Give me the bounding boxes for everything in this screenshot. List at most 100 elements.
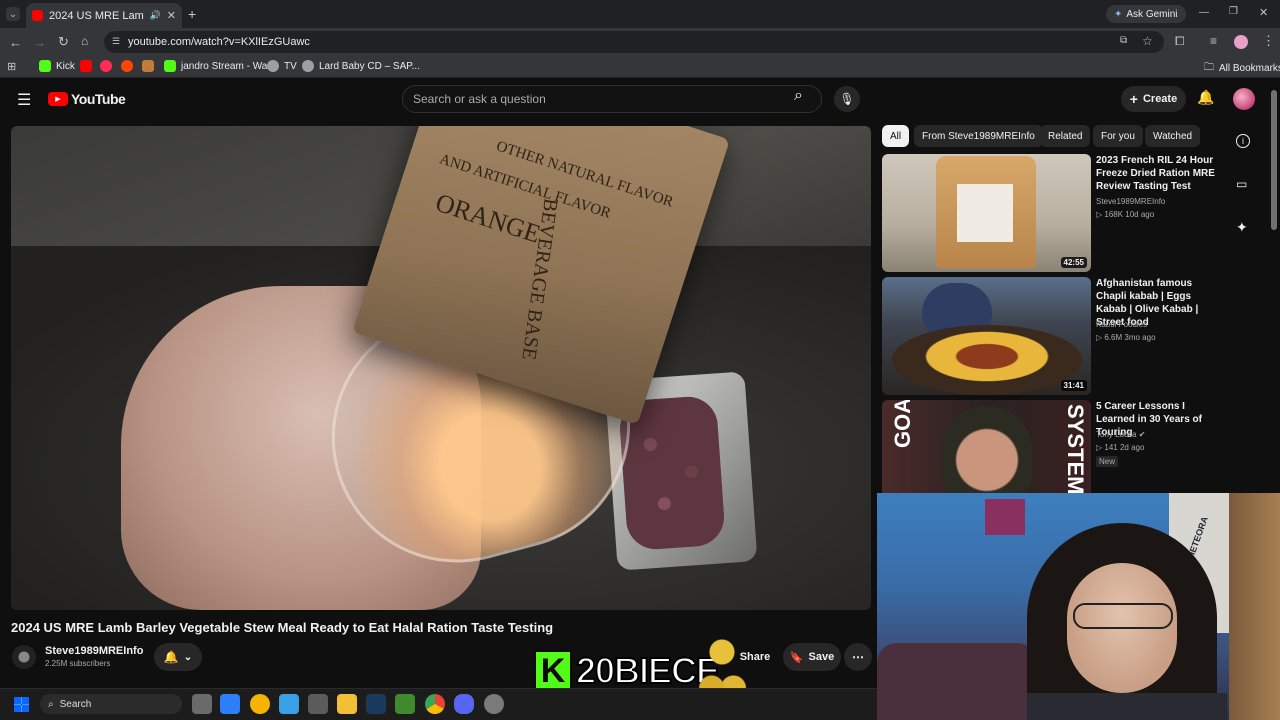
home-icon[interactable]: ⌂ — [81, 34, 88, 48]
recommendation-meta: ▷ 141 2d ago — [1096, 443, 1144, 452]
thumb-text-goals: GOALS — [890, 400, 915, 448]
all-bookmarks[interactable]: 🗀 All Bookmarks — [1204, 60, 1280, 77]
reload-icon[interactable]: ↻ — [58, 34, 69, 50]
bell-icon: 🔔 — [163, 650, 179, 664]
bookmark-youtube[interactable] — [80, 60, 92, 72]
file-explorer-icon[interactable] — [337, 694, 357, 714]
video-thumbnail[interactable]: 31:41 — [882, 277, 1091, 395]
chrome-icon[interactable] — [425, 694, 445, 714]
window-close-icon[interactable]: ✕ — [1259, 6, 1268, 19]
music-icon — [100, 60, 112, 72]
bookmark-music[interactable] — [100, 60, 112, 72]
bookmark-image[interactable] — [142, 60, 154, 72]
share-button[interactable]: Share — [735, 643, 775, 671]
bookmark-tv[interactable]: TV — [267, 60, 297, 72]
site-info-icon[interactable]: ☰ — [112, 36, 120, 47]
kick-icon — [39, 60, 51, 72]
kick-overlay: K 20BIECE — [534, 649, 721, 692]
plus-icon: + — [1129, 91, 1138, 107]
tab-search-icon[interactable]: ⌄ — [6, 7, 20, 21]
ai-spark-icon[interactable]: ✦ — [1236, 219, 1248, 236]
video-title: 2024 US MRE Lamb Barley Vegetable Stew M… — [11, 620, 554, 635]
account-avatar[interactable] — [1233, 88, 1255, 110]
bookmark-reddit[interactable] — [121, 60, 133, 72]
install-app-icon[interactable]: ⧉ — [1120, 35, 1127, 46]
browser-tab-active[interactable]: 2024 US MRE Lamb Barley V 🔊 ✕ — [26, 3, 182, 28]
recommendation-title[interactable]: 2023 French RIL 24 Hour Freeze Dried Rat… — [1096, 154, 1216, 193]
settings-icon[interactable] — [484, 694, 504, 714]
close-tab-icon[interactable]: ✕ — [167, 9, 176, 22]
views-and-age: 141 2d ago — [1104, 443, 1145, 452]
task-view-icon[interactable] — [192, 694, 212, 714]
bookmark-lard-baby[interactable]: Lard Baby CD – SAP... — [302, 60, 420, 72]
minimize-icon[interactable]: — — [1199, 7, 1209, 18]
photos-icon[interactable] — [279, 694, 299, 714]
info-icon[interactable]: i — [1236, 134, 1250, 148]
youtube-logo[interactable]: ▶ YouTube — [48, 91, 126, 107]
recommendation-item[interactable]: GOALS SYSTEMS 5 Career Lessons I Learned… — [882, 400, 1212, 493]
extensions-icon[interactable]: ⧠ — [1175, 34, 1185, 49]
chrome-menu-icon[interactable]: ⋮ — [1262, 33, 1275, 49]
save-button[interactable]: 🔖 Save — [783, 643, 841, 671]
recommendation-item[interactable]: 42:55 2023 French RIL 24 Hour Freeze Dri… — [882, 154, 1215, 272]
more-actions-button[interactable]: ⋯ — [844, 643, 872, 671]
hamburger-menu-icon[interactable]: ☰ — [17, 90, 31, 110]
notifications-bell-icon[interactable]: 🔔 — [1197, 89, 1214, 106]
chat-icon[interactable]: ▭ — [1236, 177, 1247, 191]
profile-avatar[interactable] — [1234, 35, 1248, 49]
restore-icon[interactable]: ❐ — [1229, 6, 1238, 17]
recommendation-channel[interactable]: Tony Lucca ✔ — [1096, 430, 1145, 439]
minecraft-icon[interactable] — [395, 694, 415, 714]
chip-related[interactable]: Related — [1040, 125, 1091, 147]
apps-grid-icon[interactable]: ⊞ — [7, 60, 16, 73]
gemini-spark-icon: ✦ — [1114, 8, 1123, 20]
bookmark-kick[interactable]: Kick — [39, 60, 75, 72]
speaker-icon[interactable]: 🔊 — [150, 10, 161, 21]
media-controls-icon[interactable]: ≡ — [1210, 34, 1217, 48]
chip-for-you[interactable]: For you — [1093, 125, 1143, 147]
ask-gemini-button[interactable]: ✦ Ask Gemini — [1106, 5, 1186, 23]
video-thumbnail[interactable]: 42:55 — [882, 154, 1091, 272]
subscriber-count: 2.25M subscribers — [45, 659, 111, 668]
chip-all[interactable]: All — [882, 125, 910, 147]
wood-frame — [1229, 493, 1280, 720]
taskbar-search-label: Search — [59, 698, 92, 710]
chevron-down-icon: ⌄ — [183, 651, 193, 663]
calculator-icon[interactable] — [308, 694, 328, 714]
weather-icon[interactable] — [250, 694, 270, 714]
steam-icon[interactable] — [366, 694, 386, 714]
subscribe-notification-button[interactable]: 🔔 ⌄ — [154, 643, 202, 671]
widgets-icon[interactable] — [220, 694, 240, 714]
forward-icon[interactable]: → — [33, 35, 46, 50]
recommendation-channel[interactable]: Steve1989MREInfo — [1096, 197, 1165, 206]
bookmark-label: TV — [284, 60, 297, 72]
create-button[interactable]: + Create — [1121, 86, 1186, 112]
bookmark-icon: 🔖 — [789, 651, 804, 664]
bookmark-star-icon[interactable]: ☆ — [1142, 34, 1153, 48]
channel-avatar[interactable] — [12, 645, 36, 669]
scrollbar[interactable] — [1271, 90, 1277, 230]
search-icon[interactable]: ⌕ — [794, 87, 803, 105]
globe-icon — [302, 60, 314, 72]
voice-search-icon[interactable]: 🎙 — [834, 86, 860, 112]
new-tab-icon[interactable]: + — [188, 6, 196, 22]
back-icon[interactable]: ← — [9, 35, 22, 50]
chip-from-channel[interactable]: From Steve1989MREInfo — [914, 125, 1043, 147]
recommendation-meta: ▷ 6.6M 3mo ago — [1096, 333, 1156, 342]
wall-poster — [985, 499, 1025, 535]
channel-name[interactable]: Steve1989MREInfo — [45, 645, 143, 657]
taskbar-search[interactable]: ⌕ Search — [40, 694, 182, 714]
recommendation-channel[interactable]: Kabul Foodies — [1096, 320, 1147, 329]
search-input[interactable]: Search or ask a question — [402, 85, 822, 113]
shirt — [1027, 693, 1227, 720]
video-thumbnail[interactable]: GOALS SYSTEMS — [882, 400, 1091, 493]
video-player[interactable]: OTHER NATURAL FLAVOR AND ARTIFICIAL FLAV… — [11, 126, 871, 610]
kick-k-badge: K — [534, 650, 572, 692]
bookmark-jandro[interactable]: jandro Stream - Wat... — [164, 60, 278, 72]
chip-watched[interactable]: Watched — [1145, 125, 1201, 147]
windows-start-icon[interactable] — [14, 697, 29, 712]
recommendation-item[interactable]: 31:41 Afghanistan famous Chapli kabab | … — [882, 277, 1212, 395]
address-bar[interactable]: ☰ youtube.com/watch?v=KXlIEzGUawc ⧉ ☆ — [104, 31, 1164, 53]
discord-icon[interactable] — [454, 694, 474, 714]
glasses — [1073, 603, 1173, 629]
